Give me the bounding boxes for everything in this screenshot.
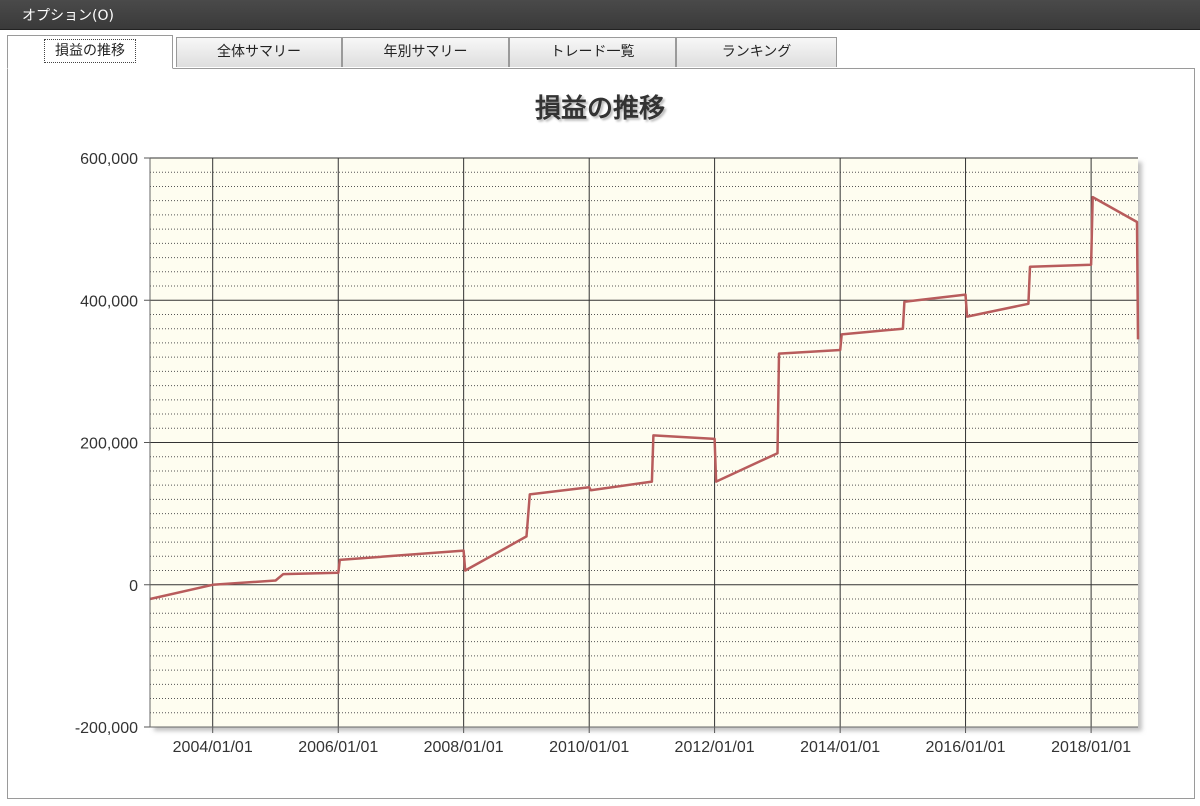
tab-label: 損益の推移: [44, 39, 136, 63]
y-tick-label: -200,000: [75, 720, 138, 737]
x-tick-label: 2016/01/01: [926, 739, 1006, 756]
profit-chart: 600,000 400,000 200,000 0 -200,000 2004/01/01…: [75, 151, 1140, 756]
y-tick-label: 600,000: [80, 151, 138, 168]
x-tick-label: 2006/01/01: [298, 739, 378, 756]
x-tick-label: 2008/01/01: [424, 739, 504, 756]
x-tick-label: 2004/01/01: [173, 739, 253, 756]
tab-profit-trend[interactable]: 損益の推移: [7, 35, 173, 69]
x-tick-label: 2012/01/01: [675, 739, 755, 756]
x-tick-label: 2010/01/01: [549, 739, 629, 756]
y-tick-label: 0: [129, 578, 138, 595]
x-tick-label: 2018/01/01: [1051, 739, 1131, 756]
y-tick-label: 200,000: [80, 436, 138, 453]
y-tick-label: 400,000: [80, 293, 138, 310]
x-tick-label: 2014/01/01: [800, 739, 880, 756]
